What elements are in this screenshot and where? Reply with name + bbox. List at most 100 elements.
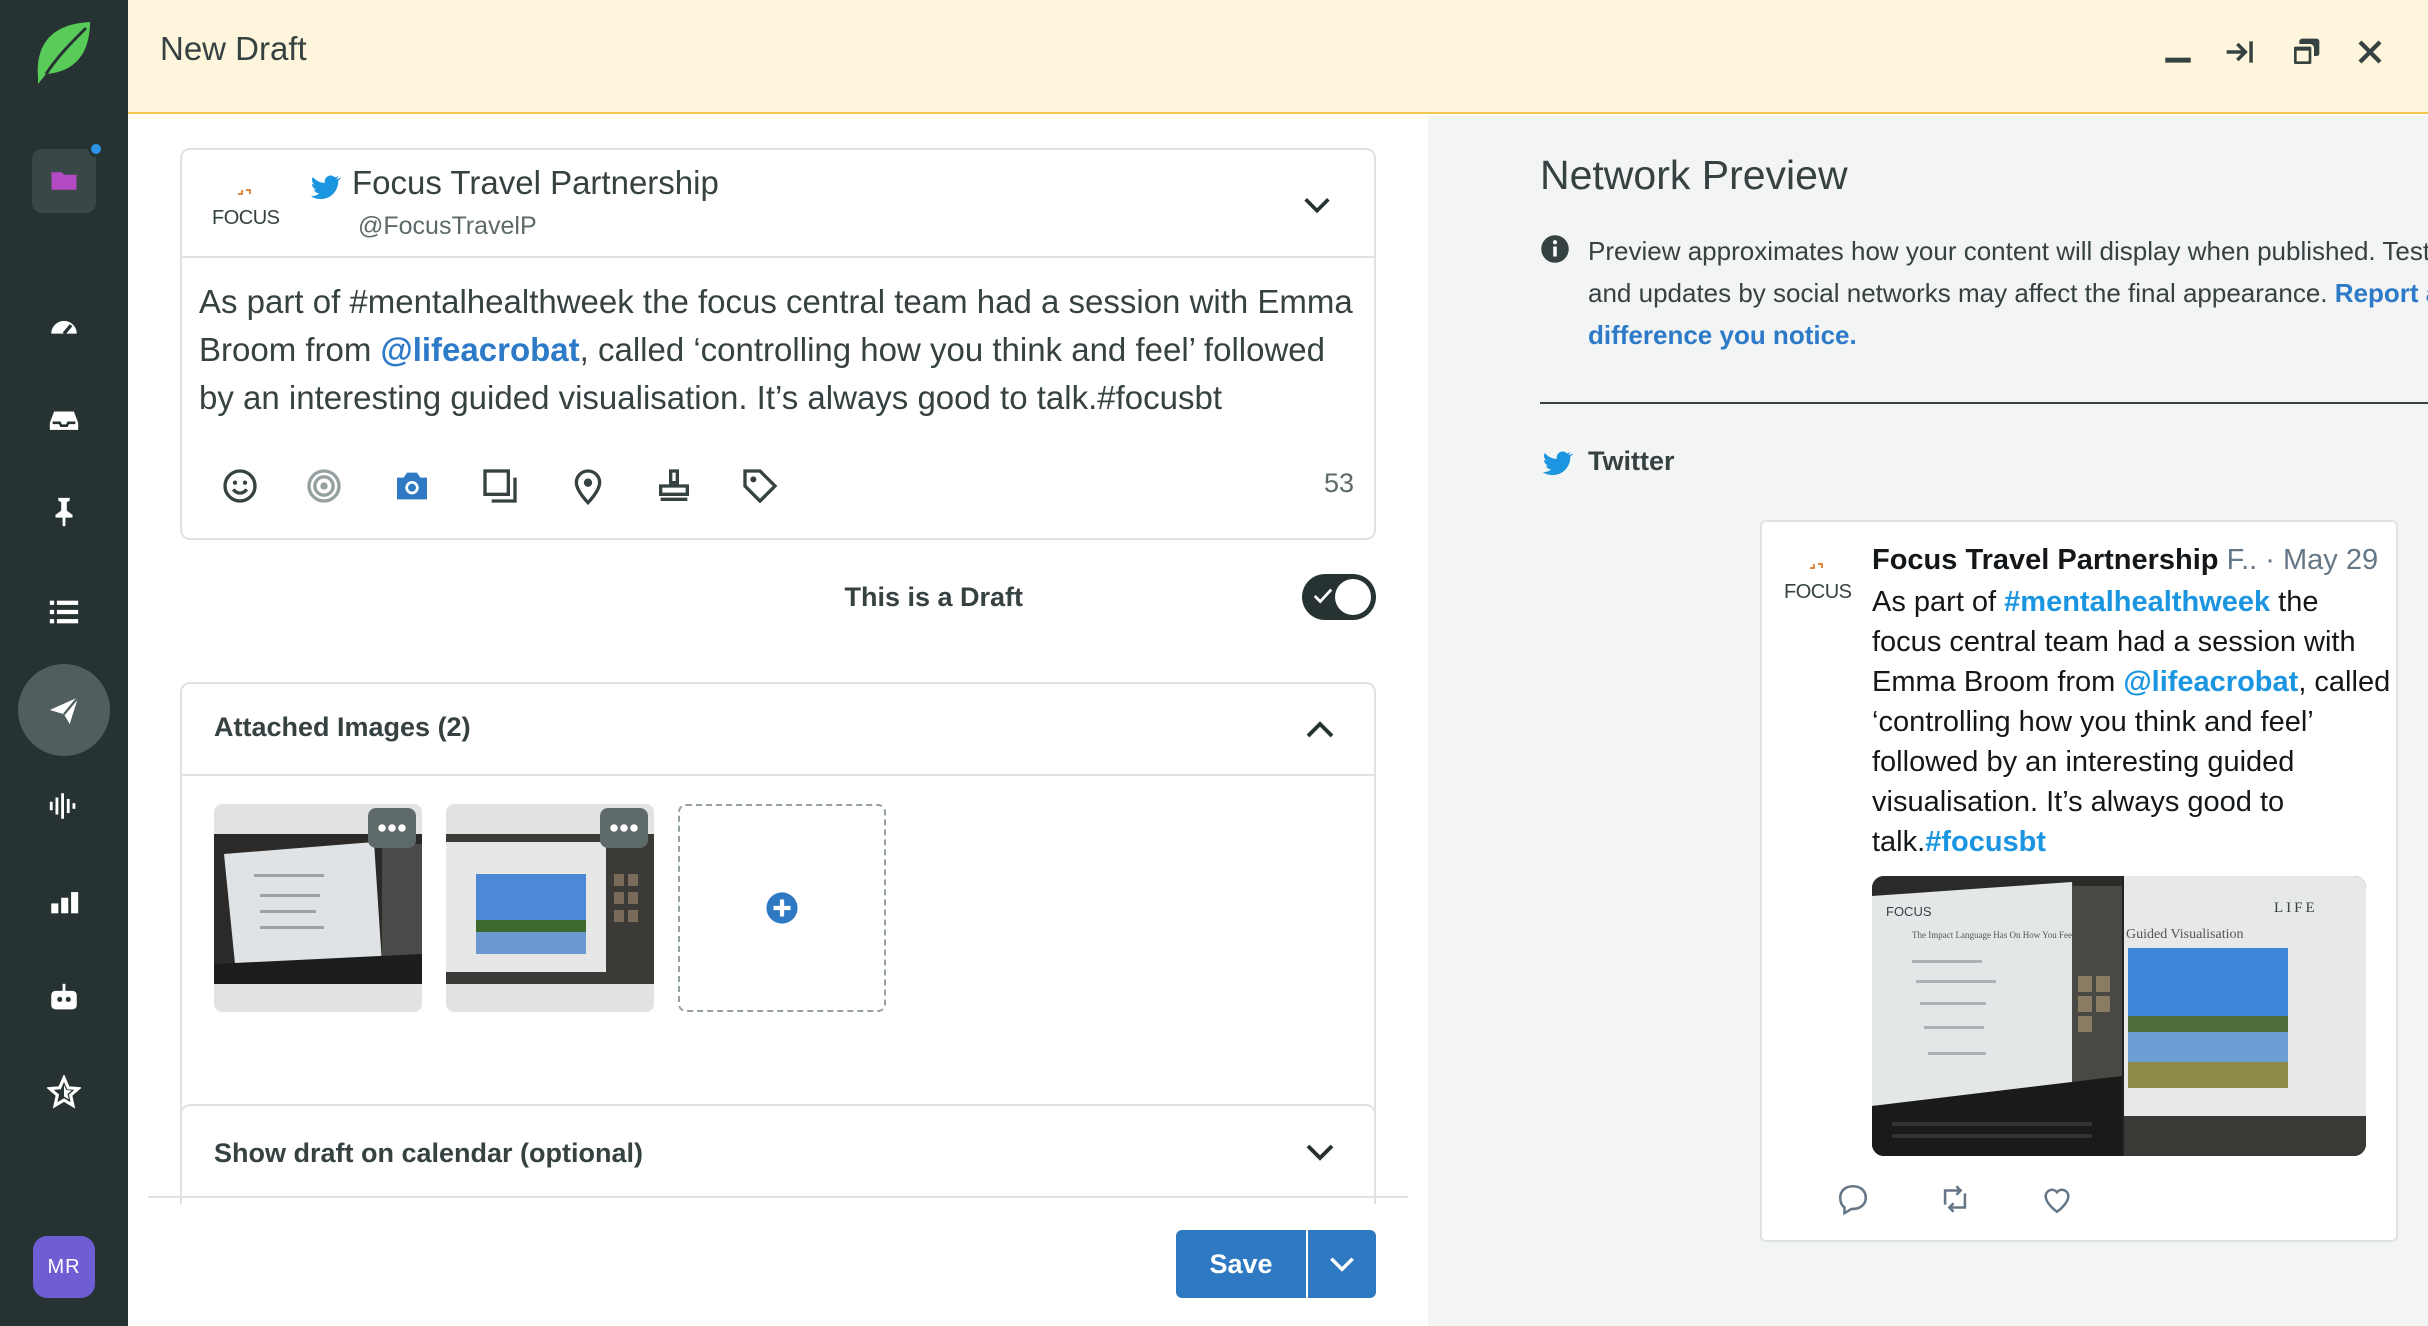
- tweet-header: Focus Travel Partnership F.. · May 29: [1872, 544, 2378, 577]
- dashboard-icon: [51, 320, 77, 335]
- sidebar-item-dashboard[interactable]: [18, 282, 110, 374]
- tweet-separator: ·: [2265, 544, 2275, 576]
- sidebar: MR: [0, 0, 128, 1326]
- slide-2-brand: LIFE: [2274, 900, 2318, 916]
- attached-images-header[interactable]: Attached Images (2): [182, 684, 1374, 776]
- retweet-icon[interactable]: [1938, 1182, 1972, 1216]
- tweet-avatar: FOCUS: [1784, 563, 1852, 603]
- plus-circle-icon: [766, 892, 798, 924]
- inbox-icon: [49, 411, 79, 430]
- emoji-icon[interactable]: [220, 466, 260, 506]
- tweet-date: May 29: [2283, 544, 2379, 576]
- message-text-input[interactable]: As part of #mentalhealthweek the focus c…: [199, 278, 1359, 422]
- network-preview-panel: Network Preview Preview approximates how…: [1428, 116, 2428, 1326]
- star-icon: [47, 1075, 81, 1109]
- slide-1-title: The Impact Language Has On How You Feel: [1912, 930, 2075, 940]
- location-icon[interactable]: [568, 466, 608, 506]
- calendar-panel-title: Show draft on calendar (optional): [214, 1138, 644, 1168]
- pin-icon: [55, 497, 73, 527]
- twitter-icon: [1542, 451, 1574, 476]
- list-icon: [49, 600, 79, 624]
- chevron-up-icon[interactable]: [1302, 712, 1338, 748]
- preview-description-text: Preview approximates how your content wi…: [1588, 236, 2428, 308]
- more-icon: [610, 824, 638, 832]
- reply-icon[interactable]: [1836, 1182, 1870, 1216]
- popout-button[interactable]: [2284, 30, 2328, 74]
- image-presentation-1: [214, 834, 422, 984]
- image-options-button[interactable]: [600, 808, 648, 848]
- tweet-image-2: LIFE Guided Visualisation: [2124, 876, 2366, 1156]
- chevron-down-icon[interactable]: [1300, 188, 1334, 222]
- profile-selector[interactable]: FOCUS Focus Travel Partnership @FocusTra…: [182, 150, 1374, 258]
- tweet-body: As part of #mentalhealthweek the focus c…: [1872, 582, 2392, 862]
- tweet-media[interactable]: FOCUS The Impact Language Has On How You…: [1872, 876, 2366, 1156]
- attached-image-thumbnail[interactable]: [214, 804, 422, 1012]
- toggle-knob: [1335, 579, 1371, 615]
- sidebar-item-reviews[interactable]: [18, 1046, 110, 1138]
- message-composer: FOCUS Focus Travel Partnership @FocusTra…: [180, 148, 1376, 540]
- sidebar-item-inbox[interactable]: [18, 374, 110, 466]
- notification-dot: [88, 141, 104, 157]
- sidebar-item-publishing[interactable]: [18, 664, 110, 756]
- preview-divider: [1540, 402, 2428, 404]
- hashtag-link[interactable]: #focusbt: [1925, 826, 2046, 858]
- sprout-logo[interactable]: [32, 16, 96, 88]
- account-name: Focus Travel Partnership: [352, 164, 719, 201]
- folder-icon: [51, 172, 77, 190]
- mention-link[interactable]: @lifeacrobat: [2123, 666, 2298, 698]
- draft-header: New Draft: [128, 0, 2428, 114]
- gallery-icon[interactable]: [480, 466, 520, 506]
- slide-logo-text: FOCUS: [1886, 904, 1932, 919]
- calendar-panel[interactable]: Show draft on calendar (optional): [180, 1104, 1376, 1204]
- chevron-down-icon: [1330, 1257, 1354, 1272]
- sidebar-item-bots[interactable]: [18, 952, 110, 1044]
- stamp-icon[interactable]: [654, 466, 694, 506]
- preview-description: Preview approximates how your content wi…: [1588, 230, 2428, 356]
- camera-icon[interactable]: [392, 466, 432, 506]
- add-image-button[interactable]: [678, 804, 886, 1012]
- profile-logo: FOCUS: [212, 189, 280, 229]
- save-button[interactable]: Save: [1176, 1230, 1306, 1298]
- slide-2-title: Guided Visualisation: [2126, 927, 2244, 942]
- draft-toggle-label: This is a Draft: [844, 582, 1023, 612]
- chevron-down-icon[interactable]: [1302, 1134, 1338, 1170]
- compose-folder-button[interactable]: [32, 149, 96, 213]
- image-presentation-2: [446, 834, 654, 984]
- character-count: 53: [1323, 468, 1354, 498]
- sidebar-item-tasks[interactable]: [18, 466, 110, 558]
- minimize-icon: [2165, 57, 2191, 63]
- attached-image-thumbnail[interactable]: [446, 804, 654, 1012]
- tweet-preview: FOCUS Focus Travel Partnership F.. · May…: [1760, 520, 2398, 1242]
- info-icon: [1541, 235, 1569, 263]
- tweet-text-1: As part of: [1872, 586, 2005, 618]
- page-title: New Draft: [160, 30, 307, 67]
- save-options-button[interactable]: [1308, 1230, 1376, 1298]
- draft-toggle[interactable]: [1302, 574, 1376, 620]
- twitter-icon: [310, 175, 342, 200]
- minimize-button[interactable]: [2156, 30, 2200, 74]
- compose-panel: FOCUS Focus Travel Partnership @FocusTra…: [128, 116, 1428, 1326]
- more-icon: [378, 824, 406, 832]
- image-options-button[interactable]: [368, 808, 416, 848]
- sidebar-item-reports[interactable]: [18, 856, 110, 948]
- network-label: Twitter: [1588, 446, 1675, 476]
- user-avatar[interactable]: MR: [33, 1236, 95, 1298]
- listening-icon: [49, 793, 76, 819]
- arrow-right-bar-icon: [2226, 41, 2253, 63]
- hashtag-link[interactable]: #mentalhealthweek: [2004, 586, 2270, 618]
- network-preview-title: Network Preview: [1540, 152, 1848, 198]
- close-icon: [2358, 40, 2382, 64]
- mention-link[interactable]: @lifeacrobat: [381, 331, 580, 368]
- tweet-author-handle: F..: [2226, 544, 2258, 576]
- like-icon[interactable]: [2040, 1182, 2074, 1216]
- collapse-right-button[interactable]: [2218, 30, 2262, 74]
- sidebar-item-feeds[interactable]: [18, 566, 110, 658]
- tag-icon[interactable]: [740, 466, 780, 506]
- sidebar-item-listening[interactable]: [18, 760, 110, 852]
- target-icon[interactable]: [304, 466, 344, 506]
- reports-icon: [51, 892, 79, 914]
- check-icon: [1313, 588, 1333, 604]
- tweet-avatar-text: FOCUS: [1784, 581, 1852, 603]
- close-button[interactable]: [2348, 30, 2392, 74]
- account-handle: @FocusTravelP: [358, 212, 537, 240]
